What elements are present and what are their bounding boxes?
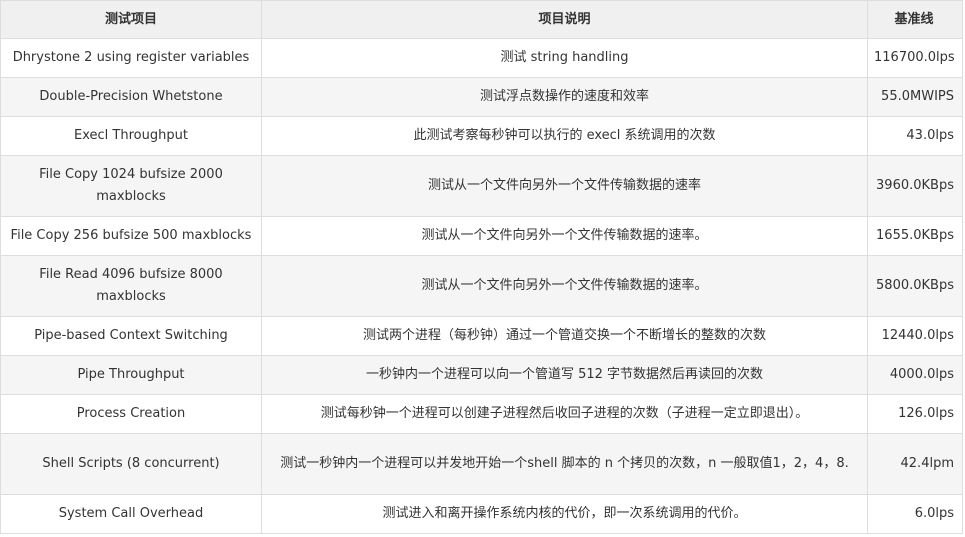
cell-baseline: 1655.0KBps — [867, 216, 963, 256]
cell-description: 测试进入和离开操作系统内核的代价，即一次系统调用的代价。 — [261, 494, 868, 534]
cell-description: 测试每秒钟一个进程可以创建子进程然后收回子进程的次数（子进程一定立即退出）。 — [261, 394, 868, 434]
table-row: Process Creation 测试每秒钟一个进程可以创建子进程然后收回子进程… — [0, 394, 963, 434]
cell-item: Pipe Throughput — [0, 355, 262, 395]
table-row: File Copy 1024 bufsize 2000 maxblocks 测试… — [0, 155, 963, 217]
header-description: 项目说明 — [261, 0, 868, 39]
cell-description: 测试从一个文件向另外一个文件传输数据的速率 — [261, 155, 868, 217]
cell-description: 测试从一个文件向另外一个文件传输数据的速率。 — [261, 255, 868, 317]
cell-baseline: 55.0MWIPS — [867, 77, 963, 117]
cell-item: Dhrystone 2 using register variables — [0, 38, 262, 78]
header-baseline: 基准线 — [867, 0, 963, 39]
table-row: System Call Overhead 测试进入和离开操作系统内核的代价，即一… — [0, 494, 963, 534]
cell-description: 测试 string handling — [261, 38, 868, 78]
cell-baseline: 3960.0KBps — [867, 155, 963, 217]
table-row: Double-Precision Whetstone 测试浮点数操作的速度和效率… — [0, 77, 963, 117]
cell-baseline: 42.4lpm — [867, 433, 963, 495]
cell-baseline: 43.0lps — [867, 116, 963, 156]
cell-baseline: 6.0lps — [867, 494, 963, 534]
table-row: Pipe Throughput 一秒钟内一个进程可以向一个管道写 512 字节数… — [0, 355, 963, 395]
cell-item: System Call Overhead — [0, 494, 262, 534]
cell-description: 测试一秒钟内一个进程可以并发地开始一个shell 脚本的 n 个拷贝的次数，n … — [261, 433, 868, 495]
cell-description: 测试浮点数操作的速度和效率 — [261, 77, 868, 117]
cell-item: File Read 4096 bufsize 8000 maxblocks — [0, 255, 262, 317]
cell-item: Shell Scripts (8 concurrent) — [0, 433, 262, 495]
cell-description: 测试从一个文件向另外一个文件传输数据的速率。 — [261, 216, 868, 256]
cell-item: Execl Throughput — [0, 116, 262, 156]
cell-item: Pipe-based Context Switching — [0, 316, 262, 356]
cell-item: File Copy 256 bufsize 500 maxblocks — [0, 216, 262, 256]
table-row: File Read 4096 bufsize 8000 maxblocks 测试… — [0, 255, 963, 317]
cell-description: 一秒钟内一个进程可以向一个管道写 512 字节数据然后再读回的次数 — [261, 355, 868, 395]
table-row: Execl Throughput 此测试考察每秒钟可以执行的 execl 系统调… — [0, 116, 963, 156]
cell-item: File Copy 1024 bufsize 2000 maxblocks — [0, 155, 262, 217]
table-row: Pipe-based Context Switching 测试两个进程（每秒钟）… — [0, 316, 963, 356]
table-row: Dhrystone 2 using register variables 测试 … — [0, 38, 963, 78]
cell-item: Process Creation — [0, 394, 262, 434]
cell-description: 此测试考察每秒钟可以执行的 execl 系统调用的次数 — [261, 116, 868, 156]
table-row: File Copy 256 bufsize 500 maxblocks 测试从一… — [0, 216, 963, 256]
header-test-item: 测试项目 — [0, 0, 262, 39]
cell-description: 测试两个进程（每秒钟）通过一个管道交换一个不断增长的整数的次数 — [261, 316, 868, 356]
benchmark-table: 测试项目 项目说明 基准线 Dhrystone 2 using register… — [0, 0, 963, 534]
cell-baseline: 116700.0lps — [867, 38, 963, 78]
cell-item: Double-Precision Whetstone — [0, 77, 262, 117]
cell-baseline: 4000.0lps — [867, 355, 963, 395]
table-header-row: 测试项目 项目说明 基准线 — [0, 0, 963, 39]
cell-baseline: 126.0lps — [867, 394, 963, 434]
table-row: Shell Scripts (8 concurrent) 测试一秒钟内一个进程可… — [0, 433, 963, 495]
cell-baseline: 5800.0KBps — [867, 255, 963, 317]
cell-baseline: 12440.0lps — [867, 316, 963, 356]
